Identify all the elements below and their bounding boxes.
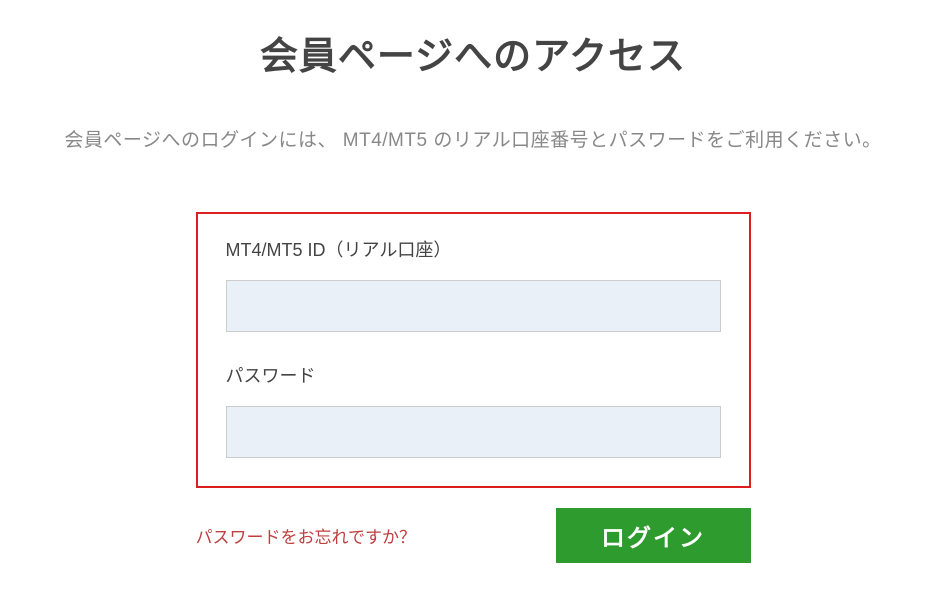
password-input[interactable] <box>226 406 721 458</box>
login-form-box: MT4/MT5 ID（リアル口座） パスワード <box>196 212 751 488</box>
id-input[interactable] <box>226 280 721 332</box>
id-field-group: MT4/MT5 ID（リアル口座） <box>226 236 721 332</box>
login-button[interactable]: ログイン <box>556 508 751 563</box>
password-field-group: パスワード <box>226 362 721 458</box>
instruction-text: 会員ページへのログインには、 MT4/MT5 のリアル口座番号とパスワードをご利… <box>64 125 881 152</box>
login-container: 会員ページへのアクセス 会員ページへのログインには、 MT4/MT5 のリアル口… <box>0 25 946 563</box>
page-title: 会員ページへのアクセス <box>260 25 686 80</box>
password-label: パスワード <box>226 362 721 388</box>
form-footer: パスワードをお忘れですか？ ログイン <box>196 508 751 563</box>
id-label: MT4/MT5 ID（リアル口座） <box>226 236 721 262</box>
forgot-password-link[interactable]: パスワードをお忘れですか？ <box>196 523 417 548</box>
